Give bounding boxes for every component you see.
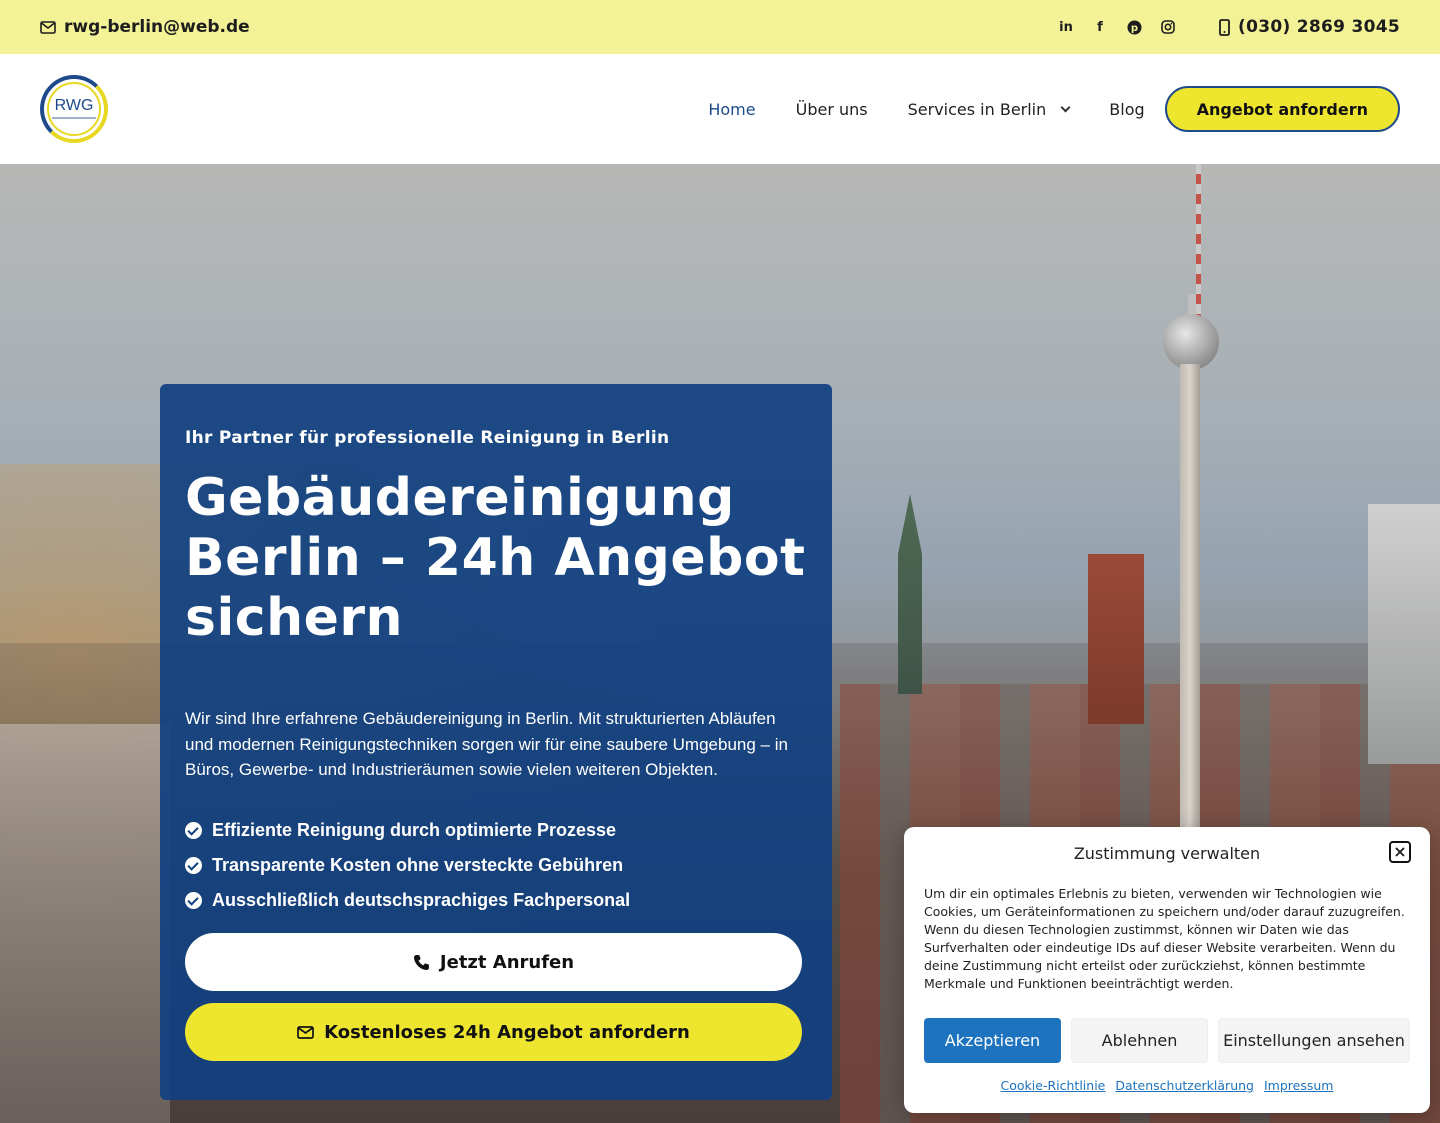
privacy-policy-link[interactable]: Datenschutzerklärung bbox=[1115, 1078, 1254, 1093]
facebook-icon[interactable]: f bbox=[1091, 18, 1109, 36]
cookie-consent-dialog: Zustimmung verwalten × Um dir ein optima… bbox=[904, 827, 1430, 1113]
cookie-buttons: Akzeptieren Ablehnen Einstellungen anseh… bbox=[924, 1018, 1410, 1063]
check-circle-icon bbox=[185, 856, 202, 874]
accept-button[interactable]: Akzeptieren bbox=[924, 1018, 1061, 1063]
check-circle-icon bbox=[185, 891, 202, 909]
phone-number: (030) 2869 3045 bbox=[1238, 17, 1400, 37]
site-logo[interactable]: RWG bbox=[40, 75, 108, 143]
nav-item-blog[interactable]: Blog bbox=[1109, 100, 1144, 119]
cookie-text: Um dir ein optimales Erlebnis zu bieten,… bbox=[924, 886, 1405, 991]
cookie-links: Cookie-Richtlinie Datenschutzerklärung I… bbox=[904, 1078, 1430, 1093]
hero-headline: Gebäudereinigung Berlin – 24h Angebot si… bbox=[185, 468, 806, 648]
instagram-icon[interactable] bbox=[1159, 18, 1177, 36]
top-bar: rwg-berlin@web.de in f p (030) 2869 3045 bbox=[0, 0, 1440, 54]
logo-text: RWG bbox=[54, 97, 94, 114]
mail-icon bbox=[297, 1025, 315, 1039]
list-item: Ausschließlich deutschsprachiges Fachper… bbox=[185, 883, 807, 918]
hero-kicker: Ihr Partner für professionelle Reinigung… bbox=[185, 428, 670, 448]
phone-icon bbox=[413, 954, 429, 970]
nav-item-home[interactable]: Home bbox=[708, 100, 755, 119]
decline-button[interactable]: Ablehnen bbox=[1071, 1018, 1208, 1063]
imprint-link[interactable]: Impressum bbox=[1264, 1078, 1333, 1093]
call-now-button[interactable]: Jetzt Anrufen bbox=[185, 933, 802, 991]
hero-card: Ihr Partner für professionelle Reinigung… bbox=[160, 384, 832, 1100]
email-link[interactable]: rwg-berlin@web.de bbox=[40, 17, 250, 37]
svg-text:p: p bbox=[1130, 23, 1137, 34]
request-offer-button[interactable]: Angebot anfordern bbox=[1164, 86, 1400, 132]
benefit-list: Effiziente Reinigung durch optimierte Pr… bbox=[185, 813, 807, 918]
main-nav: Home Über uns Services in Berlin Blog An… bbox=[668, 86, 1400, 132]
check-circle-icon bbox=[185, 821, 202, 839]
mobile-phone-icon bbox=[1219, 18, 1230, 36]
view-settings-button[interactable]: Einstellungen ansehen bbox=[1218, 1018, 1410, 1063]
linkedin-icon[interactable]: in bbox=[1057, 18, 1075, 36]
close-icon[interactable]: × bbox=[1389, 841, 1411, 863]
nav-item-services[interactable]: Services in Berlin bbox=[908, 100, 1071, 119]
list-item: Effiziente Reinigung durch optimierte Pr… bbox=[185, 813, 807, 848]
free-offer-button[interactable]: Kostenloses 24h Angebot anfordern bbox=[185, 1003, 802, 1061]
pinterest-icon[interactable]: p bbox=[1125, 18, 1143, 36]
nav-item-ueber-uns[interactable]: Über uns bbox=[796, 100, 868, 119]
email-text: rwg-berlin@web.de bbox=[64, 17, 250, 37]
hero-lead: Wir sind Ihre erfahrene Gebäudereinigung… bbox=[185, 709, 788, 779]
cookie-policy-link[interactable]: Cookie-Richtlinie bbox=[1001, 1078, 1106, 1093]
social-links: in f p bbox=[1057, 18, 1177, 36]
cookie-title: Zustimmung verwalten bbox=[1073, 844, 1261, 863]
mail-icon bbox=[40, 20, 56, 34]
phone-link[interactable]: (030) 2869 3045 bbox=[1219, 17, 1400, 37]
list-item: Transparente Kosten ohne versteckte Gebü… bbox=[185, 848, 807, 883]
chevron-down-icon bbox=[1060, 102, 1071, 112]
site-header: RWG Home Über uns Services in Berlin Blo… bbox=[0, 54, 1440, 164]
